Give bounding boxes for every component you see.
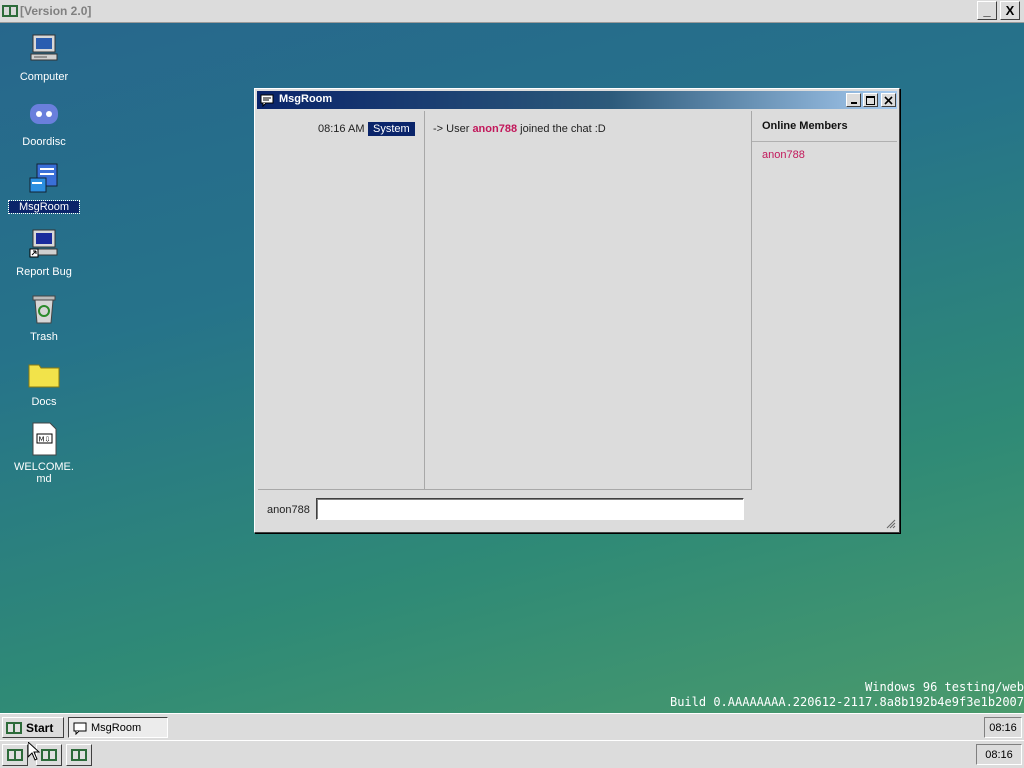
chat-message-input[interactable] (316, 498, 744, 520)
members-pane: Online Members anon788 (752, 111, 897, 530)
current-username: anon788 (267, 504, 310, 516)
svg-text:M⇩: M⇩ (39, 436, 51, 444)
desktop-icon-computer[interactable]: Computer (9, 32, 79, 83)
msgroom-icon (29, 163, 58, 193)
member-item[interactable]: anon788 (752, 142, 897, 161)
msgroom-window: MsgRoom 08:16 AM System -> User anon788 … (254, 88, 900, 533)
taskbar-item-msgroom[interactable]: MsgRoom (68, 717, 168, 738)
report-bug-icon (29, 229, 58, 258)
markdown-file-icon: M⇩ (32, 422, 57, 456)
app-logo-icon (71, 749, 87, 761)
secondary-taskbar: 08:16 (0, 740, 1024, 768)
desktop-icon-trash[interactable]: Trash (9, 292, 79, 343)
desktop-icon-label: Trash (30, 331, 58, 343)
desktop-icon-label: Docs (31, 396, 57, 408)
start-logo-icon (6, 721, 22, 734)
desktop-icon-label: WELCOME.md (14, 461, 74, 485)
taskbar-item-label: MsgRoom (91, 721, 142, 734)
quicklaunch-button-3[interactable] (66, 744, 92, 766)
doordisc-icon (30, 104, 58, 124)
host-title: [Version 2.0] (20, 4, 92, 18)
members-header: Online Members (752, 111, 897, 142)
host-minimize-button[interactable]: _ (977, 1, 997, 20)
window-minimize-button[interactable] (846, 93, 861, 107)
host-titlebar: [Version 2.0] _ X (0, 0, 1024, 23)
maximize-icon (866, 95, 875, 105)
computer-icon (30, 34, 58, 61)
folder-icon (28, 364, 60, 388)
mouse-pointer-icon (28, 742, 40, 761)
desktop-icon-doordisc[interactable]: Doordisc (9, 97, 79, 148)
taskbar: Start MsgRoom 08:16 (0, 713, 1024, 740)
resize-grip-icon[interactable] (886, 519, 896, 529)
secondary-taskbar-clock[interactable]: 08:16 (976, 744, 1022, 765)
app-logo-icon (2, 5, 18, 17)
desktop-icon-label: Computer (19, 71, 69, 83)
app-logo-icon (7, 749, 23, 761)
message-username[interactable]: anon788 (472, 123, 517, 135)
message-time: 08:16 AM (318, 123, 365, 135)
host-close-label: X (1005, 3, 1015, 18)
quicklaunch-button-1[interactable] (2, 744, 28, 766)
desktop-icon-label: MsgRoom (8, 200, 80, 214)
build-watermark-line1: Windows 96 testing/web (865, 680, 1024, 694)
desktop-icon-welcome-md[interactable]: M⇩ WELCOME.md (9, 422, 79, 485)
trash-icon (32, 295, 56, 324)
chat-bubble-icon (73, 722, 87, 735)
chat-input-bar: anon788 (258, 489, 752, 531)
desktop-icon-label: Doordisc (22, 136, 66, 148)
message-meta-pane: 08:16 AM System (258, 111, 425, 489)
host-close-button[interactable]: X (1000, 1, 1020, 20)
message-pane: -> User anon788 joined the chat :D (425, 111, 752, 489)
window-titlebar[interactable]: MsgRoom (257, 91, 897, 109)
window-close-button[interactable] (881, 93, 896, 107)
start-label: Start (26, 720, 54, 735)
desktop-icon-report-bug[interactable]: Report Bug (9, 227, 79, 278)
start-button[interactable]: Start (2, 717, 64, 738)
message-text: -> User anon788 joined the chat :D (433, 123, 606, 135)
host-minimize-label: _ (983, 3, 991, 18)
chat-bubble-icon (260, 94, 274, 107)
desktop-icon-docs[interactable]: Docs (9, 357, 79, 408)
close-icon (884, 95, 893, 105)
window-title: MsgRoom (279, 93, 333, 105)
app-logo-icon (41, 749, 57, 761)
minimize-icon (850, 102, 857, 104)
message-prefix: -> User (433, 123, 470, 135)
desktop-icon-msgroom[interactable]: MsgRoom (8, 162, 80, 214)
taskbar-clock[interactable]: 08:16 (984, 717, 1022, 738)
desktop-icon-label: Report Bug (16, 266, 72, 278)
window-maximize-button[interactable] (863, 93, 878, 107)
message-sender-badge: System (368, 122, 415, 136)
build-watermark-line2: Build 0.AAAAAAAA.220612-2117.8a8b192b4e9… (669, 695, 1024, 709)
message-suffix: joined the chat :D (520, 123, 606, 135)
